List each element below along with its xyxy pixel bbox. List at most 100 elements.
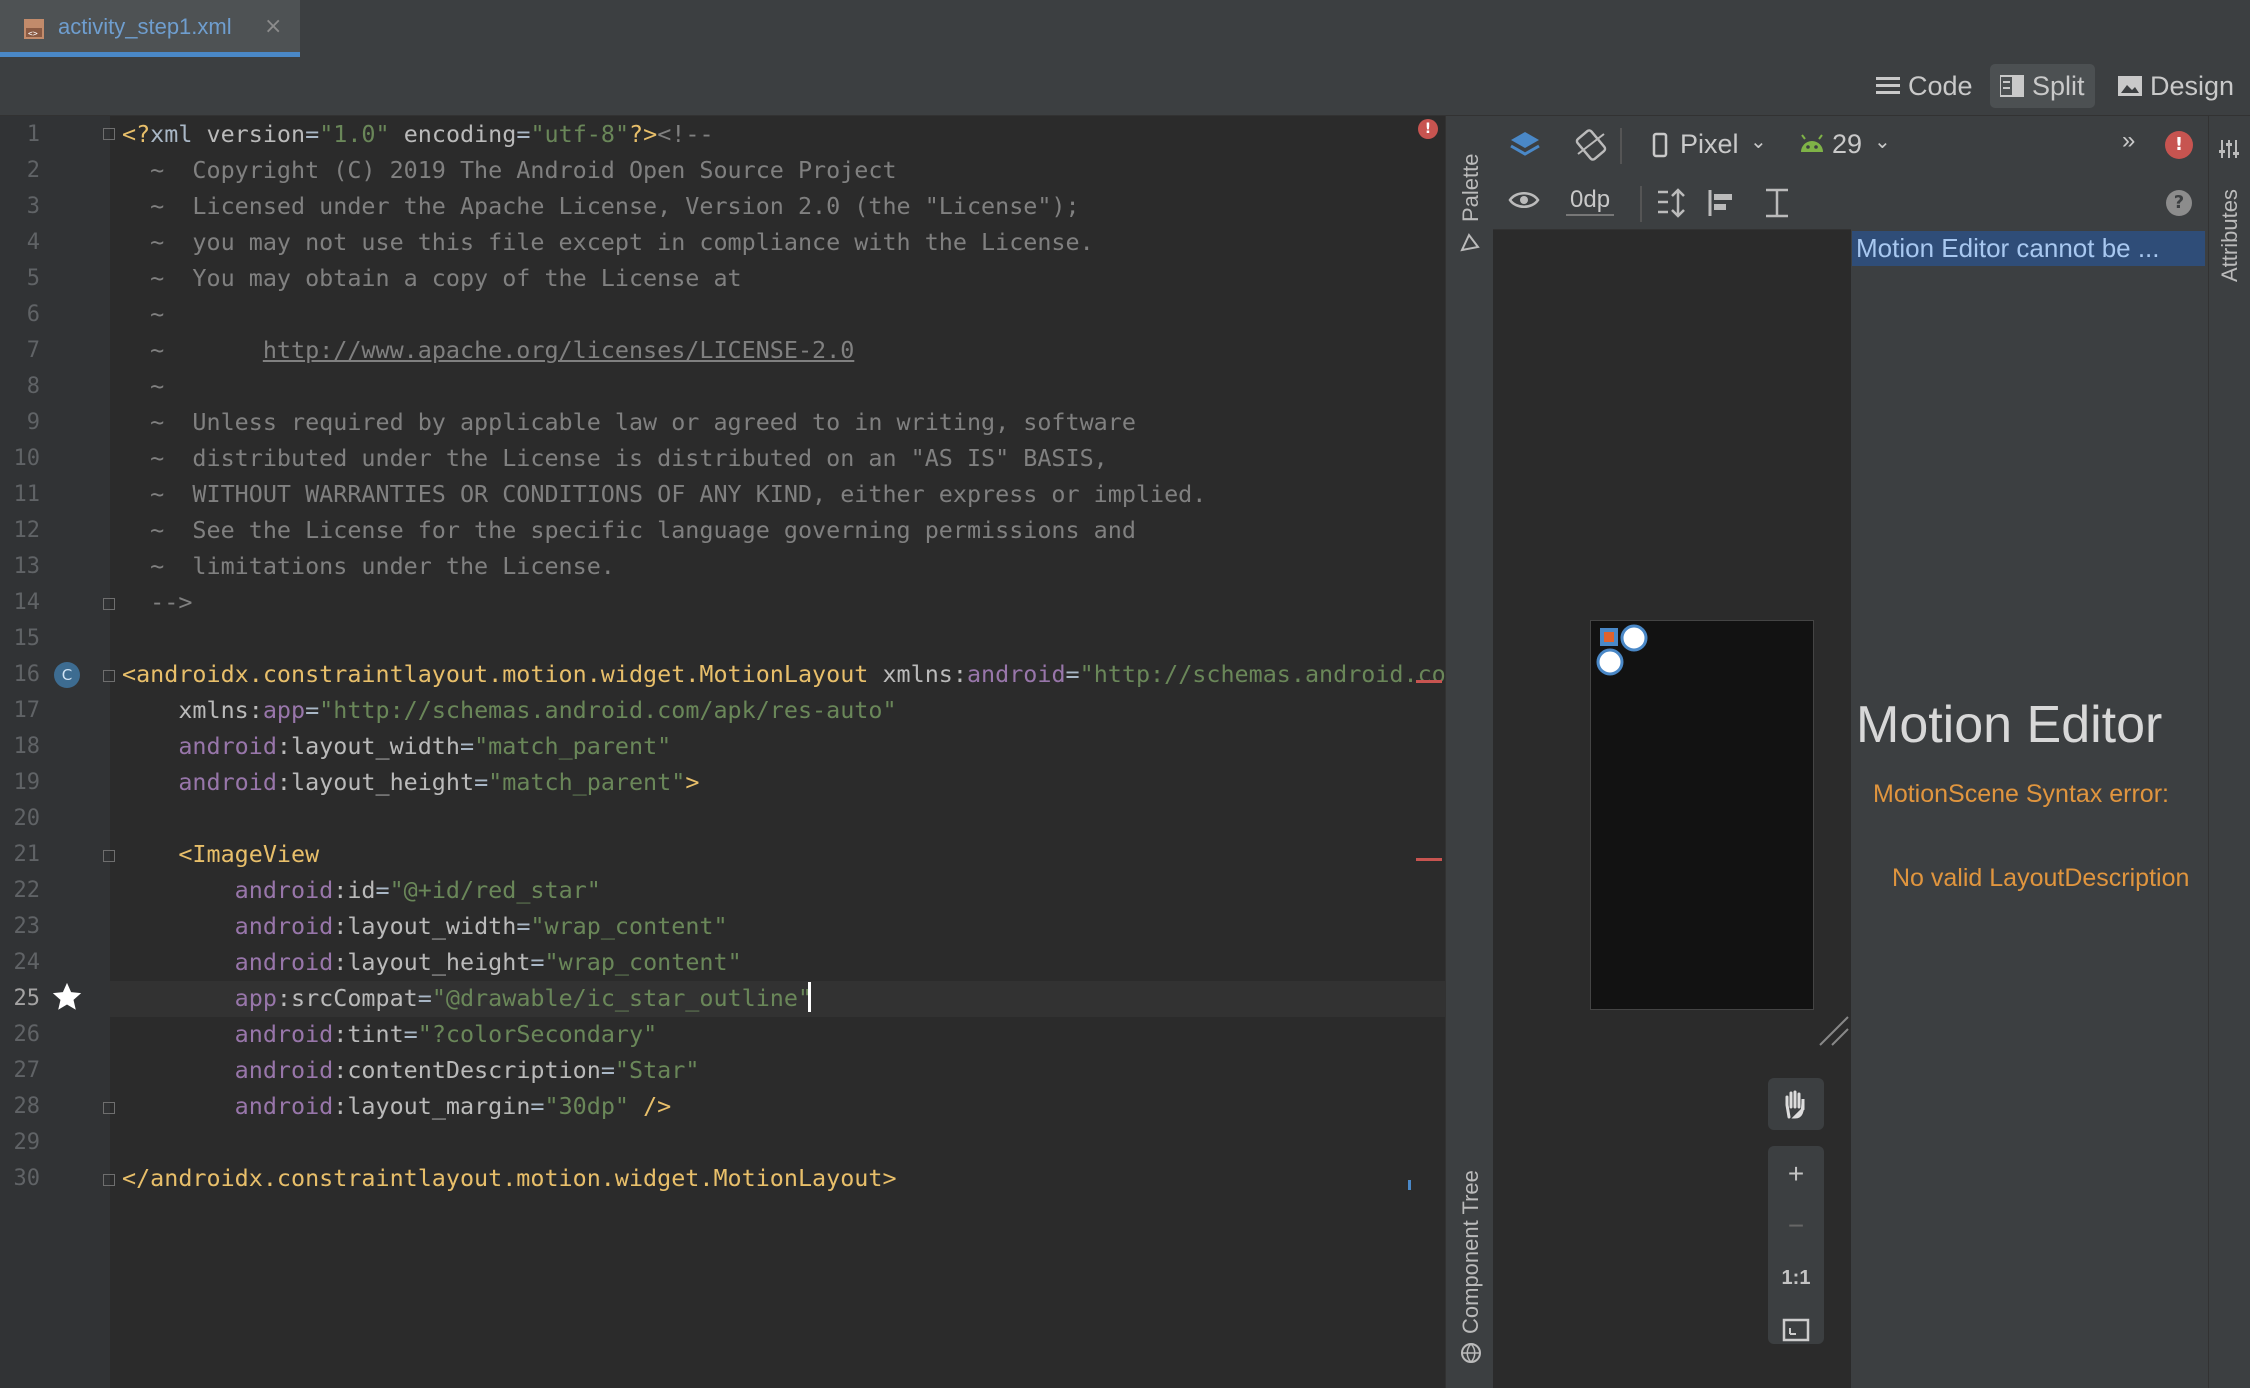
svg-text:<>: <> [28,29,38,38]
android-icon [1801,134,1823,152]
code-line[interactable]: <?xml version="1.0" encoding="utf-8"?><!… [122,120,714,148]
attributes-tab[interactable]: Attributes [2217,189,2243,282]
code-line[interactable]: ~ you may not use this file except in co… [122,228,1094,256]
align-icon[interactable] [1706,186,1740,220]
line-number: 16 [13,662,41,687]
code-line[interactable]: --> [122,588,192,616]
code-line[interactable]: android:layout_height="wrap_content" [122,948,742,976]
code-line[interactable]: ~ distributed under the License is distr… [122,444,1108,472]
more-actions-icon[interactable]: » [2122,127,2135,155]
code-line[interactable]: android:layout_width="match_parent" [122,732,671,760]
device-selector[interactable]: Pixel [1680,129,1739,160]
code-line[interactable]: xmlns:app="http://schemas.android.com/ap… [122,696,896,724]
code-line[interactable]: ~ Licensed under the Apache License, Ver… [122,192,1079,220]
line-number: 28 [13,1094,41,1119]
fold-marker[interactable] [103,598,115,610]
line-number: 14 [13,590,41,615]
line-number: 19 [13,770,41,795]
chevron-down-icon[interactable]: ⌄ [1874,129,1891,154]
layers-icon[interactable] [1508,128,1542,162]
zoom-in-button[interactable]: + [1768,1148,1824,1200]
xml-file-icon: <> [24,19,44,39]
code-line[interactable]: ~ See the License for the specific langu… [122,516,1136,544]
code-line[interactable]: android:layout_margin="30dp" /> [122,1092,672,1120]
toolbar-separator [1640,186,1642,222]
component-tree-tab[interactable]: Component Tree [1458,1170,1484,1334]
line-number: 5 [26,266,40,291]
phone-icon [1652,132,1668,158]
line-number: 22 [13,878,41,903]
line-number: 11 [13,482,41,507]
code-line[interactable]: <ImageView [122,840,319,868]
motion-scene-error-heading: MotionScene Syntax error: [1873,780,2169,808]
editor-tab-bar [0,0,2250,58]
zoom-to-fit-button[interactable] [1768,1304,1824,1356]
globe-icon [1461,1343,1481,1364]
fold-marker[interactable] [103,128,115,140]
text-cursor [808,982,811,1012]
code-line[interactable]: ~ Unless required by applicable law or a… [122,408,1136,436]
motion-editor-banner[interactable]: Motion Editor cannot be ... [1852,231,2205,266]
line-number: 12 [13,518,41,543]
selection-handles-icon[interactable] [1592,620,1652,676]
line-number: 9 [26,410,40,435]
code-line[interactable]: android:tint="?colorSecondary" [122,1020,658,1048]
code-mode-button[interactable]: Code [1866,64,1983,108]
tab-activity-step1[interactable]: <> activity_step1.xml × [0,0,300,57]
code-line[interactable]: android:contentDescription="Star" [122,1056,700,1084]
line-number: 25 [13,986,41,1011]
fold-marker[interactable] [103,850,115,862]
fold-marker[interactable] [103,1102,115,1114]
code-line[interactable]: android:layout_width="wrap_content" [122,912,728,940]
code-line[interactable]: android:layout_height="match_parent"> [122,768,699,796]
resize-handle-icon[interactable] [1818,1015,1850,1047]
actual-size-button[interactable]: 1:1 [1768,1252,1824,1304]
chevron-down-icon[interactable]: ⌄ [1750,129,1767,154]
error-stripe-mark[interactable] [1416,680,1442,683]
code-line[interactable]: app:srcCompat="@drawable/ic_star_outline… [122,984,812,1012]
code-line[interactable]: </androidx.constraintlayout.motion.widge… [122,1164,897,1192]
code-line[interactable]: android:id="@+id/red_star" [122,876,601,904]
help-icon[interactable]: ? [2166,190,2192,216]
pack-icon[interactable] [1654,186,1688,220]
code-line[interactable]: ~ WITHOUT WARRANTIES OR CONDITIONS OF AN… [122,480,1206,508]
code-line[interactable]: ~ [122,300,164,328]
code-line[interactable]: ~ [122,372,164,400]
code-line[interactable]: ~ limitations under the License. [122,552,615,580]
line-number: 15 [13,626,41,651]
split-mode-button[interactable]: Split [1990,64,2095,108]
device-preview[interactable] [1590,620,1814,1010]
fold-marker[interactable] [103,1174,115,1186]
toolbar-separator [1620,128,1622,164]
line-number: 21 [13,842,41,867]
line-number: 26 [13,1022,41,1047]
eye-icon[interactable] [1508,188,1542,216]
code-line[interactable]: ~ http://www.apache.org/licenses/LICENSE… [122,336,854,364]
error-indicator-icon[interactable]: ! [1418,119,1438,139]
design-mode-button[interactable]: Design [2108,64,2244,108]
class-icon[interactable]: C [54,662,80,688]
line-number: 6 [26,302,40,327]
error-stripe-mark[interactable] [1416,858,1442,861]
fold-marker[interactable] [103,670,115,682]
code-line[interactable]: ~ You may obtain a copy of the License a… [122,264,741,292]
code-line[interactable]: <androidx.constraintlayout.motion.widget… [122,660,1460,688]
split-view-icon [2000,75,2024,97]
pan-button[interactable] [1768,1078,1824,1130]
guidelines-icon[interactable] [1760,186,1794,220]
zoom-out-button[interactable]: − [1768,1200,1824,1252]
error-icon[interactable]: ! [2165,131,2193,159]
close-icon[interactable]: × [264,14,282,39]
line-number: 1 [26,122,40,147]
line-number: 2 [26,158,40,183]
default-margin-field[interactable]: 0dp [1566,186,1615,216]
line-number: 7 [26,338,40,363]
api-level-selector[interactable]: 29 [1832,129,1862,160]
palette-icon [1460,233,1480,252]
palette-tab[interactable]: Palette [1458,154,1484,223]
motion-scene-error-detail: No valid LayoutDescription [1892,864,2190,892]
line-number: 10 [13,446,41,471]
rotate-orientation-icon[interactable] [1574,128,1608,162]
line-number: 13 [13,554,41,579]
code-line[interactable]: ~ Copyright (C) 2019 The Android Open So… [122,156,896,184]
